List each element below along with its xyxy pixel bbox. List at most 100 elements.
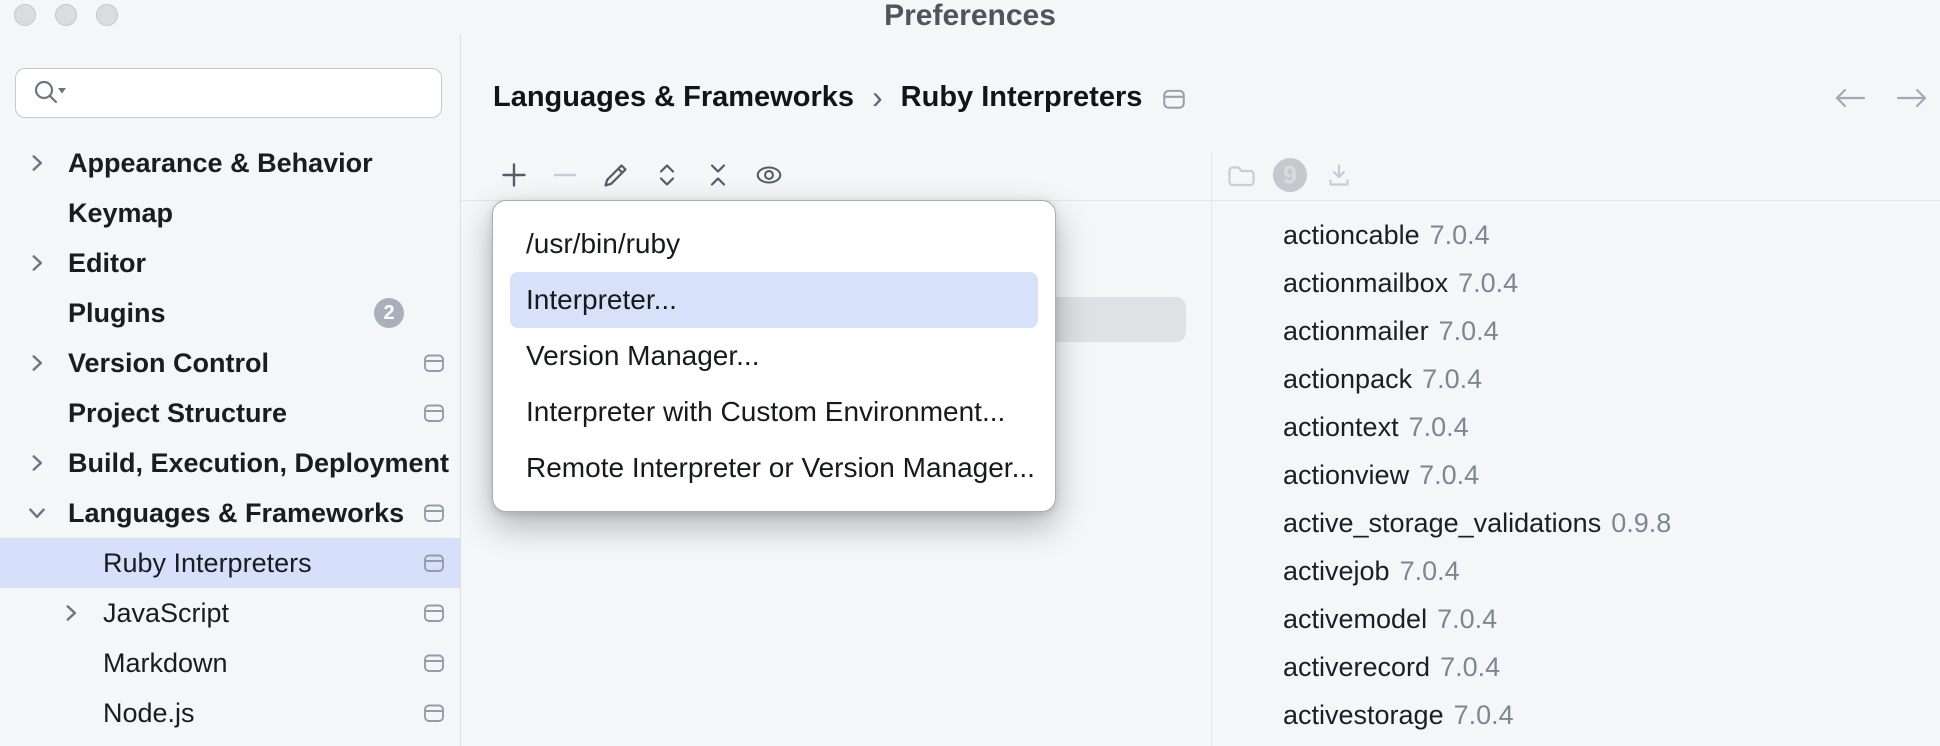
remove-button[interactable] [550,160,580,190]
gem-version: 7.0.4 [1400,556,1460,586]
gem-list-item-activestorage[interactable]: activestorage7.0.4 [1283,691,1671,739]
gem-name: actionpack [1283,364,1412,394]
chevron-right-icon[interactable] [60,602,82,624]
rubygems-icon: 9 [1272,156,1308,194]
window-title: Preferences [0,0,1940,32]
gem-list-item-actioncable[interactable]: actioncable7.0.4 [1283,211,1671,259]
sidebar-item-label: Plugins [68,298,166,329]
gem-version: 7.0.4 [1419,460,1479,490]
sidebar-item-label: Appearance & Behavior [68,148,373,179]
sidebar-item-keymap[interactable]: Keymap [0,188,460,238]
sidebar-item-label: Editor [68,248,146,279]
gem-list-item-actionpack[interactable]: actionpack7.0.4 [1283,355,1671,403]
svg-text:9: 9 [1283,163,1297,190]
gem-list-item-actionmailbox[interactable]: actionmailbox 7.0.4 [1283,259,1671,307]
gem-version: 7.0.4 [1440,652,1500,682]
applied-settings-icon [422,401,446,425]
gem-name: actionview [1283,460,1409,490]
expand-all-button[interactable] [652,160,682,190]
gem-version: 7.0.4 [1458,268,1518,298]
gem-version: 7.0.4 [1409,412,1469,442]
add-button[interactable] [499,160,529,190]
add-icon [499,160,529,190]
chevron-right-icon[interactable] [26,452,48,474]
gem-name: actionmailer [1283,316,1429,346]
forward-arrow-icon[interactable] [1892,84,1934,112]
sidebar-item-label: Markdown [103,648,228,679]
gem-button[interactable]: 9 [1272,160,1308,190]
sidebar-item-label: Keymap [68,198,173,229]
breadcrumb-separator-icon: › [872,77,883,117]
edit-button[interactable] [601,160,631,190]
gem-list-item-activemodel[interactable]: activemodel7.0.4 [1283,595,1671,643]
edit-pencil-icon [601,160,631,190]
gem-list-item-activejob[interactable]: activejob 7.0.4 [1283,547,1671,595]
menu-item-version-manager[interactable]: Version Manager... [510,328,1038,384]
sidebar-item-javascript[interactable]: JavaScript [0,588,460,638]
search-input[interactable] [79,78,441,109]
sidebar-item-editor[interactable]: Editor [0,238,460,288]
chevron-right-icon[interactable] [26,352,48,374]
applied-settings-icon [422,351,446,375]
sidebar-item-markdown[interactable]: Markdown [0,638,460,688]
gem-list-item-activerecord[interactable]: activerecord 7.0.4 [1283,643,1671,691]
collapse-all-icon [703,160,733,190]
menu-item-usr-bin-ruby[interactable]: /usr/bin/ruby [510,216,1038,272]
sidebar-item-label: Languages & Frameworks [68,498,404,529]
panel-separator [1211,152,1212,746]
menu-item-interpreter-with-custom-environment[interactable]: Interpreter with Custom Environment... [510,384,1038,440]
settings-content: Languages & Frameworks › Ruby Interprete… [461,34,1940,746]
menu-item-interpreter[interactable]: Interpreter... [510,272,1038,328]
sidebar-item-version-control[interactable]: Version Control [0,338,460,388]
search-icon [33,79,69,107]
history-navigation [1828,84,1934,112]
sidebar-item-project-structure[interactable]: Project Structure [0,388,460,438]
applied-settings-icon [1160,86,1188,112]
gem-version: 0.9.8 [1611,508,1671,538]
chevron-right-icon[interactable] [26,152,48,174]
gem-list-item-active-storage-validations[interactable]: active_storage_validations 0.9.8 [1283,499,1671,547]
sidebar-item-plugins[interactable]: Plugins 2 [0,288,460,338]
gem-list-item-actionview[interactable]: actionview 7.0.4 [1283,451,1671,499]
gem-name: active_storage_validations [1283,508,1601,538]
gem-list-item-actiontext[interactable]: actiontext7.0.4 [1283,403,1671,451]
sidebar-item-label: Project Structure [68,398,287,429]
gem-name: actioncable [1283,220,1420,250]
breadcrumb: Languages & Frameworks › Ruby Interprete… [493,75,1188,119]
applied-settings-icon [422,701,446,725]
sidebar-item-node-js[interactable]: Node.js [0,688,460,738]
sidebar-item-label: Version Control [68,348,269,379]
menu-item-remote-interpreter-or-version-manager[interactable]: Remote Interpreter or Version Manager... [510,440,1038,496]
sidebar-item-label: Node.js [103,698,195,729]
sidebar-item-languages-frameworks[interactable]: Languages & Frameworks [0,488,460,538]
sidebar-item-label: Ruby Interpreters [103,548,312,579]
sidebar-item-label: Build, Execution, Deployment [68,448,449,479]
sidebar-item-build-execution-deployment[interactable]: Build, Execution, Deployment [0,438,460,488]
download-button[interactable] [1321,160,1357,190]
expand-all-icon [652,160,682,190]
chevron-right-icon[interactable] [26,252,48,274]
collapse-all-button[interactable] [703,160,733,190]
breadcrumb-current: Ruby Interpreters [901,81,1143,114]
gem-version: 7.0.4 [1437,604,1497,634]
back-arrow-icon[interactable] [1828,84,1870,112]
eye-button[interactable] [754,160,784,190]
preferences-window: Preferences Appearance & Behavior Keymap [0,0,1940,746]
applied-settings-icon [422,651,446,675]
gem-list-item-actionmailer[interactable]: actionmailer7.0.4 [1283,307,1671,355]
settings-search-box[interactable] [15,68,442,118]
gem-name: activejob [1283,556,1390,586]
gem-name: activerecord [1283,652,1430,682]
gem-version: 7.0.4 [1454,700,1514,730]
settings-sidebar: Appearance & Behavior Keymap Editor [0,34,461,746]
applied-settings-icon [422,601,446,625]
folder-icon [1225,160,1257,190]
download-icon [1324,160,1354,190]
sidebar-item-ruby-interpreters[interactable]: Ruby Interpreters [0,538,460,588]
applied-settings-icon [422,551,446,575]
breadcrumb-parent[interactable]: Languages & Frameworks [493,81,854,114]
gem-name: actionmailbox [1283,268,1448,298]
chevron-down-icon[interactable] [26,502,48,524]
sidebar-item-appearance-behavior[interactable]: Appearance & Behavior [0,138,460,188]
folder-button[interactable] [1223,160,1259,190]
